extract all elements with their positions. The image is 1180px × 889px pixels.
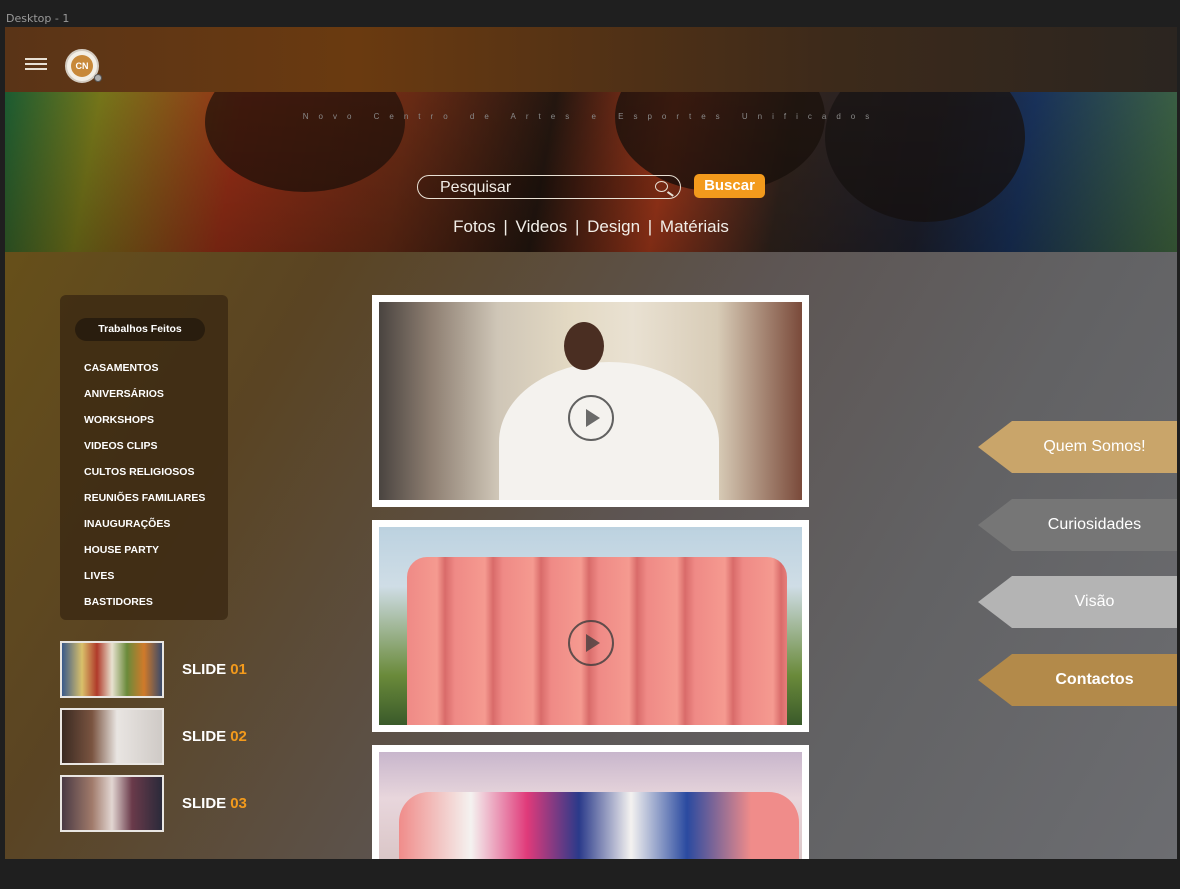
tab-label: Curiosidades — [1012, 499, 1177, 551]
category-link-fotos[interactable]: Fotos — [453, 217, 496, 236]
category-link-materiais[interactable]: Matériais — [660, 217, 729, 236]
logo-dot-icon — [94, 74, 102, 82]
frame-label: Desktop - 1 — [6, 12, 70, 25]
sidebar-list: CASAMENTOS ANIVERSÁRIOS WORKSHOPS VIDEOS… — [84, 362, 205, 622]
hamburger-menu-icon[interactable] — [25, 58, 47, 70]
slide-thumbnail — [60, 775, 164, 832]
tagline: Novo Centro de Artes e Esportes Unificad… — [302, 112, 880, 121]
category-link-design[interactable]: Design — [587, 217, 640, 236]
slide-number: 01 — [230, 661, 247, 678]
play-icon[interactable] — [567, 620, 614, 666]
tab-label: Visão — [1012, 576, 1177, 628]
category-separator: | — [574, 217, 580, 236]
search-box — [417, 175, 681, 199]
media-card-3[interactable] — [372, 745, 809, 859]
search-input[interactable] — [440, 179, 640, 197]
slide-number: 03 — [230, 795, 247, 812]
tab-label: Quem Somos! — [1012, 421, 1177, 473]
slide-item-1[interactable]: SLIDE 01 — [60, 641, 247, 708]
slide-number: 02 — [230, 728, 247, 745]
tab-contactos[interactable]: Contactos — [978, 654, 1177, 706]
slide-label: SLIDE — [182, 728, 227, 745]
media-card-2[interactable] — [372, 520, 809, 732]
slide-list: SLIDE 01 SLIDE 02 SLIDE 03 — [60, 641, 247, 842]
sidebar-item-workshops[interactable]: WORKSHOPS — [84, 414, 205, 440]
works-sidebar: Trabalhos Feitos CASAMENTOS ANIVERSÁRIOS… — [60, 295, 228, 620]
tab-quem-somos[interactable]: Quem Somos! — [978, 421, 1177, 473]
category-link-videos[interactable]: Videos — [516, 217, 568, 236]
sidebar-item-aniversarios[interactable]: ANIVERSÁRIOS — [84, 388, 205, 414]
sidebar-title: Trabalhos Feitos — [75, 318, 205, 341]
slide-item-3[interactable]: SLIDE 03 — [60, 775, 247, 842]
top-navbar: CN — [5, 27, 1177, 92]
slide-thumbnail — [60, 708, 164, 765]
sidebar-item-casamentos[interactable]: CASAMENTOS — [84, 362, 205, 388]
slide-label: SLIDE — [182, 795, 227, 812]
sidebar-item-house-party[interactable]: HOUSE PARTY — [84, 544, 205, 570]
slide-thumbnail — [60, 641, 164, 698]
logo-text: CN — [71, 55, 93, 77]
tab-curiosidades[interactable]: Curiosidades — [978, 499, 1177, 551]
brand-logo[interactable]: CN — [65, 49, 102, 83]
play-icon[interactable] — [567, 395, 614, 441]
slide-label: SLIDE — [182, 661, 227, 678]
sidebar-item-cultos-religiosos[interactable]: CULTOS RELIGIOSOS — [84, 466, 205, 492]
page-artboard: CN Novo Centro de Artes e Esportes Unifi… — [5, 27, 1177, 859]
tab-label: Contactos — [1012, 654, 1177, 706]
sidebar-item-reunioes-familiares[interactable]: REUNIÕES FAMILIARES — [84, 492, 205, 518]
media-card-1[interactable] — [372, 295, 809, 507]
bridesmaids-photo — [379, 527, 802, 725]
sidebar-item-videos-clips[interactable]: VIDEOS CLIPS — [84, 440, 205, 466]
category-separator: | — [503, 217, 508, 236]
sidebar-item-lives[interactable]: LIVES — [84, 570, 205, 596]
tab-visao[interactable]: Visão — [978, 576, 1177, 628]
slide-item-2[interactable]: SLIDE 02 — [60, 708, 247, 775]
category-nav: Fotos | Videos | Design | Matériais — [5, 217, 1177, 237]
hero-banner: Novo Centro de Artes e Esportes Unificad… — [5, 92, 1177, 252]
family-photo — [379, 752, 802, 859]
search-icon[interactable] — [655, 181, 668, 192]
sidebar-item-bastidores[interactable]: BASTIDORES — [84, 596, 205, 622]
sidebar-item-inauguracoes[interactable]: INAUGURAÇÕES — [84, 518, 205, 544]
category-separator: | — [647, 217, 653, 236]
bride-photo — [379, 302, 802, 500]
search-button[interactable]: Buscar — [694, 174, 765, 198]
bottom-bar — [0, 859, 1180, 889]
